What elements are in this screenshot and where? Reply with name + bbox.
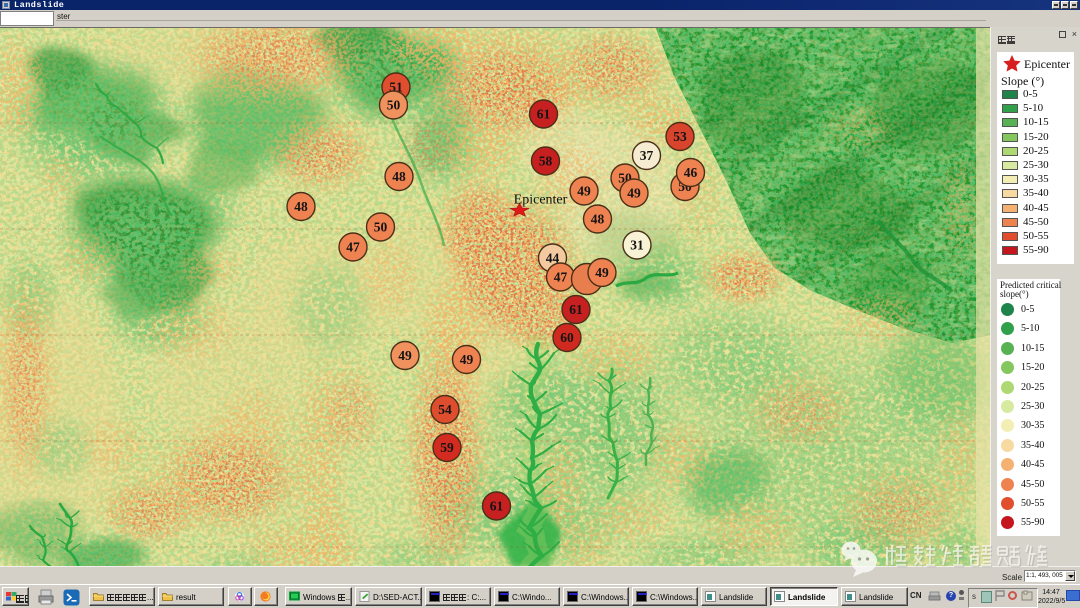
svg-text:49: 49 (460, 352, 474, 367)
svg-text:49: 49 (627, 186, 641, 201)
svg-text:48: 48 (392, 169, 406, 184)
svg-text:61: 61 (537, 107, 551, 122)
svg-text:50: 50 (387, 98, 401, 113)
svg-text:53: 53 (673, 129, 687, 144)
svg-text:59: 59 (440, 440, 454, 455)
svg-text:58: 58 (539, 154, 553, 169)
svg-text:Epicenter: Epicenter (514, 193, 568, 208)
svg-text:48: 48 (591, 212, 605, 227)
svg-text:49: 49 (398, 348, 412, 363)
svg-text:48: 48 (294, 199, 308, 214)
svg-text:61: 61 (569, 302, 583, 317)
svg-text:49: 49 (577, 184, 591, 199)
svg-text:61: 61 (490, 499, 504, 514)
svg-text:60: 60 (560, 330, 574, 345)
svg-text:54: 54 (438, 402, 452, 417)
svg-text:31: 31 (630, 238, 644, 253)
svg-text:46: 46 (684, 165, 698, 180)
svg-text:37: 37 (640, 148, 654, 163)
svg-text:49: 49 (595, 265, 609, 280)
svg-text:47: 47 (554, 270, 568, 285)
svg-text:47: 47 (346, 240, 360, 255)
svg-text:50: 50 (374, 220, 388, 235)
